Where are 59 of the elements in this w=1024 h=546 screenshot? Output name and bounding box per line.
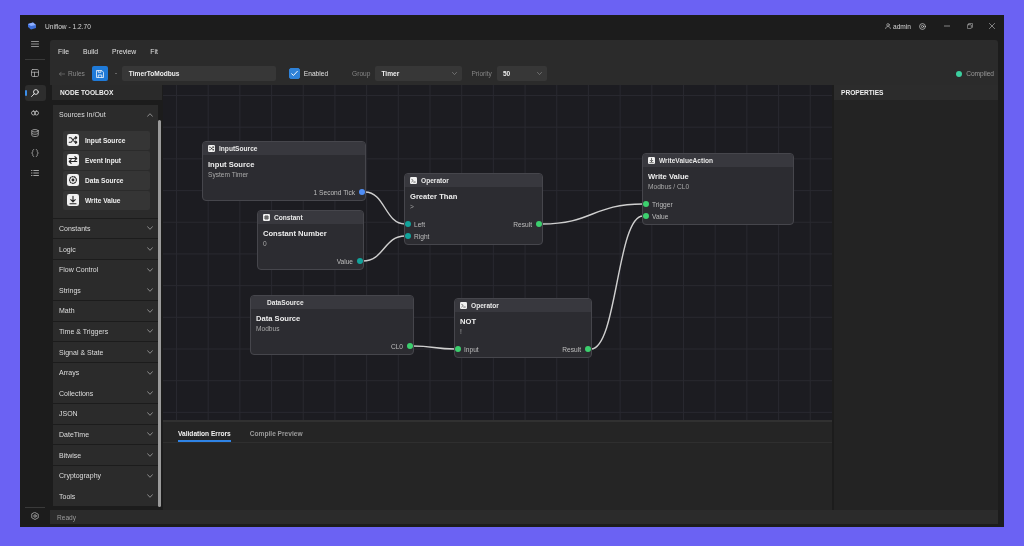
hash-icon: [263, 214, 270, 221]
settings-icon[interactable]: [31, 512, 39, 520]
chevron-down-icon: [147, 307, 153, 314]
port-dot-icon[interactable]: [585, 346, 591, 352]
app-logo-icon: [28, 22, 36, 30]
connection-wire: [362, 235, 406, 262]
chevron-down-icon: [147, 266, 153, 273]
circle-dot-icon[interactable]: [919, 22, 926, 30]
chevron-down-icon: [147, 328, 153, 335]
chevron-down-icon: [536, 71, 542, 76]
scrollbar-thumb[interactable]: [158, 120, 161, 507]
restore-icon[interactable]: [967, 23, 973, 29]
chevron-down-icon: [147, 431, 153, 438]
list-icon: [31, 169, 39, 177]
port-dot-icon[interactable]: [405, 233, 411, 239]
link-icon: [31, 109, 39, 117]
port-dot-icon[interactable]: [405, 221, 411, 227]
shuffle-icon: [208, 145, 215, 152]
chevron-down-icon: [147, 246, 153, 253]
download-icon: [648, 157, 655, 164]
menu-icon[interactable]: [31, 40, 39, 48]
port-dot-icon[interactable]: [455, 346, 461, 352]
close-icon[interactable]: [989, 23, 995, 29]
chevron-down-icon: [452, 71, 458, 76]
connection-wire: [412, 345, 456, 350]
port-dot-icon[interactable]: [359, 189, 365, 195]
chevron-down-icon: [147, 390, 153, 397]
chevron-down-icon: [147, 493, 153, 500]
save-button[interactable]: [91, 66, 108, 81]
connection-wire: [364, 191, 406, 225]
port-dot-icon[interactable]: [357, 258, 363, 264]
chevron-down-icon: [147, 225, 153, 232]
back-arrow-icon: [59, 70, 65, 77]
braces-icon: [31, 149, 39, 157]
dotted-circle-icon: [67, 174, 79, 187]
port-dot-icon[interactable]: [407, 343, 413, 349]
window-icon: [31, 69, 39, 77]
terminal-icon: [410, 177, 417, 184]
checkbox[interactable]: [288, 68, 300, 79]
chevron-down-icon: [147, 472, 153, 479]
chevron-down-icon: [147, 349, 153, 356]
user-icon: [885, 23, 892, 29]
swap-arrows-icon: [67, 154, 79, 167]
chevron-down-icon: [147, 287, 153, 294]
port-dot-icon[interactable]: [536, 221, 542, 227]
terminal-icon: [460, 302, 467, 309]
nav-button[interactable]: [24, 85, 46, 101]
port-dot-icon[interactable]: [643, 213, 649, 219]
shuffle-icon: [67, 134, 79, 147]
download-icon: [67, 194, 79, 207]
chevron-down-icon: [147, 369, 153, 376]
chevron-down-icon: [147, 410, 153, 417]
chevron-down-icon: [147, 452, 153, 458]
database-icon: [31, 129, 39, 137]
chevron-up-icon: [147, 111, 153, 118]
save-icon: [95, 69, 104, 78]
port-dot-icon[interactable]: [643, 201, 649, 207]
checkmark-icon: [290, 70, 298, 77]
magnifier-icon: [31, 89, 39, 97]
